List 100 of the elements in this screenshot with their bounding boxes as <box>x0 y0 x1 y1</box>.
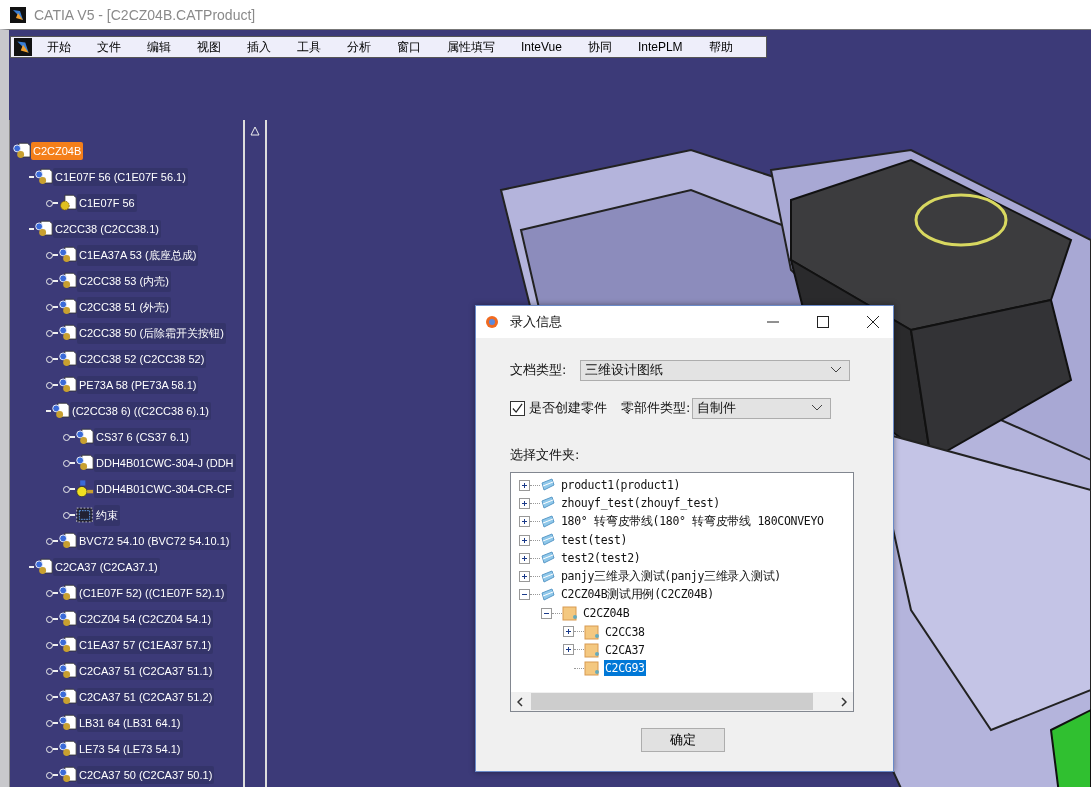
product-icon <box>75 428 94 446</box>
folder-tree-item[interactable]: test(test) <box>560 532 629 549</box>
product-icon <box>58 246 77 264</box>
menu-item[interactable]: 视图 <box>188 38 230 56</box>
tree-item[interactable]: C1EA37A 53 (底座总成) <box>77 244 199 266</box>
menu-item[interactable]: 协同 <box>578 38 621 56</box>
menu-item[interactable]: 编辑 <box>138 38 180 56</box>
scroll-up-icon[interactable] <box>250 126 260 136</box>
tree-item[interactable]: BVC72 54.10 (BVC72 54.10.1) <box>77 532 232 550</box>
expand-toggle-icon[interactable] <box>519 497 530 509</box>
menu-item[interactable]: 工具 <box>288 38 330 56</box>
menu-item[interactable]: 属性填写 <box>438 38 504 56</box>
expand-toggle-icon[interactable] <box>519 534 530 546</box>
project-icon <box>540 568 556 585</box>
tree-item[interactable]: C2CC38 51 (外壳) <box>77 296 171 318</box>
tree-item[interactable]: C1E07F 56 (C1E07F 56.1) <box>53 168 188 186</box>
folder-tree-item[interactable]: 180° 转弯皮带线(180° 转弯皮带线 180CONVEYO <box>560 513 825 531</box>
chevron-down-icon <box>812 405 823 411</box>
tree-item[interactable]: (C1E07F 52) ((C1E07F 52).1) <box>77 584 227 602</box>
project-icon <box>540 495 556 512</box>
tree-item[interactable]: C2CA37 51 (C2CA37 51.2) <box>77 688 215 706</box>
folder-tree-item[interactable]: C2CG93 <box>604 660 646 677</box>
checkbox[interactable] <box>510 400 525 416</box>
product-icon <box>58 662 77 680</box>
product-icon <box>58 714 77 732</box>
scroll-right-icon[interactable] <box>841 696 847 707</box>
menu-item[interactable]: 开始 <box>38 38 80 56</box>
tree-item[interactable]: LB31 64 (LB31 64.1) <box>77 714 183 732</box>
horizontal-scrollbar[interactable] <box>511 692 853 711</box>
tree-item[interactable]: (C2CC38 6) ((C2CC38 6).1) <box>70 402 211 420</box>
expand-toggle-icon[interactable] <box>519 479 530 491</box>
scrollbar[interactable] <box>243 120 267 787</box>
menu-item[interactable]: 帮助 <box>699 38 742 56</box>
expand-toggle-icon[interactable] <box>519 571 530 583</box>
folder-tree-item[interactable]: C2CC38 <box>604 623 646 640</box>
document-type-dropdown[interactable]: 三维设计图纸 <box>580 359 850 381</box>
scrollbar-thumb[interactable] <box>531 693 813 710</box>
menu-item[interactable]: InteVue <box>512 40 571 54</box>
tree-item[interactable]: DDH4B01CWC-304-J (DDH <box>94 454 236 472</box>
menu-item[interactable]: IntePLM <box>628 40 692 54</box>
folder-tree-item[interactable]: C2CZ04B测试用例(C2CZ04B) <box>560 586 715 604</box>
window-title: CATIA V5 - [C2CZ04B.CATProduct] <box>34 6 256 23</box>
chevron-down-icon <box>831 367 841 373</box>
tree-item[interactable]: C1EA37 57 (C1EA37 57.1) <box>77 636 214 654</box>
tree-item[interactable]: C2CZ04 54 (C2CZ04 54.1) <box>77 610 214 628</box>
tree-item[interactable]: LE73 54 (LE73 54.1) <box>77 740 183 758</box>
menu-item[interactable]: 分析 <box>338 38 380 56</box>
product-icon <box>58 350 77 368</box>
product-icon <box>34 168 53 186</box>
menu-item[interactable]: 插入 <box>238 38 280 56</box>
menu-item[interactable]: 文件 <box>88 38 130 56</box>
folder-tree-item[interactable]: test2(test2) <box>560 550 642 567</box>
project-icon <box>540 513 556 530</box>
ok-button[interactable]: 确定 <box>640 728 725 752</box>
part-type-dropdown[interactable]: 自制件 <box>692 397 832 419</box>
expand-toggle-icon[interactable] <box>541 607 552 619</box>
expand-toggle-icon[interactable] <box>519 516 530 528</box>
expand-toggle-icon[interactable] <box>519 589 530 601</box>
menu-item[interactable]: 窗口 <box>388 38 430 56</box>
product-icon <box>34 220 53 238</box>
product-icon <box>58 740 77 758</box>
tree-item[interactable]: C2CA37 51 (C2CA37 51.1) <box>77 662 215 680</box>
product-icon <box>58 766 77 784</box>
tree-item[interactable]: C2CC38 52 (C2CC38 52) <box>77 350 207 368</box>
folder-tree-item[interactable]: C2CZ04B <box>582 605 631 622</box>
product-icon <box>58 376 77 394</box>
scroll-left-icon[interactable] <box>517 696 523 707</box>
tree-item[interactable]: C2CA37 (C2CA37.1) <box>53 558 160 576</box>
project-icon <box>540 532 556 549</box>
folder-tree-item[interactable]: C2CA37 <box>604 641 646 658</box>
project-icon <box>540 550 556 567</box>
app-logo-icon[interactable] <box>14 38 32 56</box>
folder-tree-item[interactable]: panjy三维录入测试(panjy三维录入测试) <box>560 568 782 586</box>
close-icon[interactable] <box>867 316 879 328</box>
expand-toggle-icon[interactable] <box>563 644 574 656</box>
product-icon <box>58 272 77 290</box>
tree-item[interactable]: C2CC38 (C2CC38.1) <box>53 220 161 238</box>
dialog-title: 录入信息 <box>510 313 563 331</box>
tree-item[interactable]: C2CC38 50 (后除霜开关按钮) <box>77 322 226 344</box>
tree-item[interactable]: PE73A 58 (PE73A 58.1) <box>77 376 199 394</box>
folder-tree-item[interactable]: zhouyf_test(zhouyf_test) <box>560 495 721 512</box>
checkbox-label[interactable]: 是否创建零件 <box>529 399 607 417</box>
product-icon <box>75 454 94 472</box>
folder-label: 选择文件夹: <box>510 446 581 464</box>
field-label: 文档类型: <box>510 361 568 379</box>
product-icon <box>58 532 77 550</box>
tree-item[interactable]: C2CC38 53 (内壳) <box>77 270 171 292</box>
app-logo-icon <box>10 6 26 23</box>
expand-toggle-icon[interactable] <box>563 626 574 637</box>
tree-item[interactable]: CS37 6 (CS37 6.1) <box>94 428 191 446</box>
tree-item[interactable]: C1E07F 56 <box>77 194 137 212</box>
app-logo-icon <box>484 314 500 330</box>
product-icon <box>58 584 77 602</box>
expand-toggle-icon[interactable] <box>519 552 530 564</box>
tree-item[interactable]: 约束 <box>94 504 120 526</box>
folder-tree-item[interactable]: product1(product1) <box>560 477 682 494</box>
tree-item[interactable]: C2CA37 50 (C2CA37 50.1) <box>77 766 215 784</box>
tree-item[interactable]: DDH4B01CWC-304-CR-CF <box>94 480 234 498</box>
project-icon <box>540 586 556 603</box>
maximize-icon[interactable] <box>817 316 829 328</box>
